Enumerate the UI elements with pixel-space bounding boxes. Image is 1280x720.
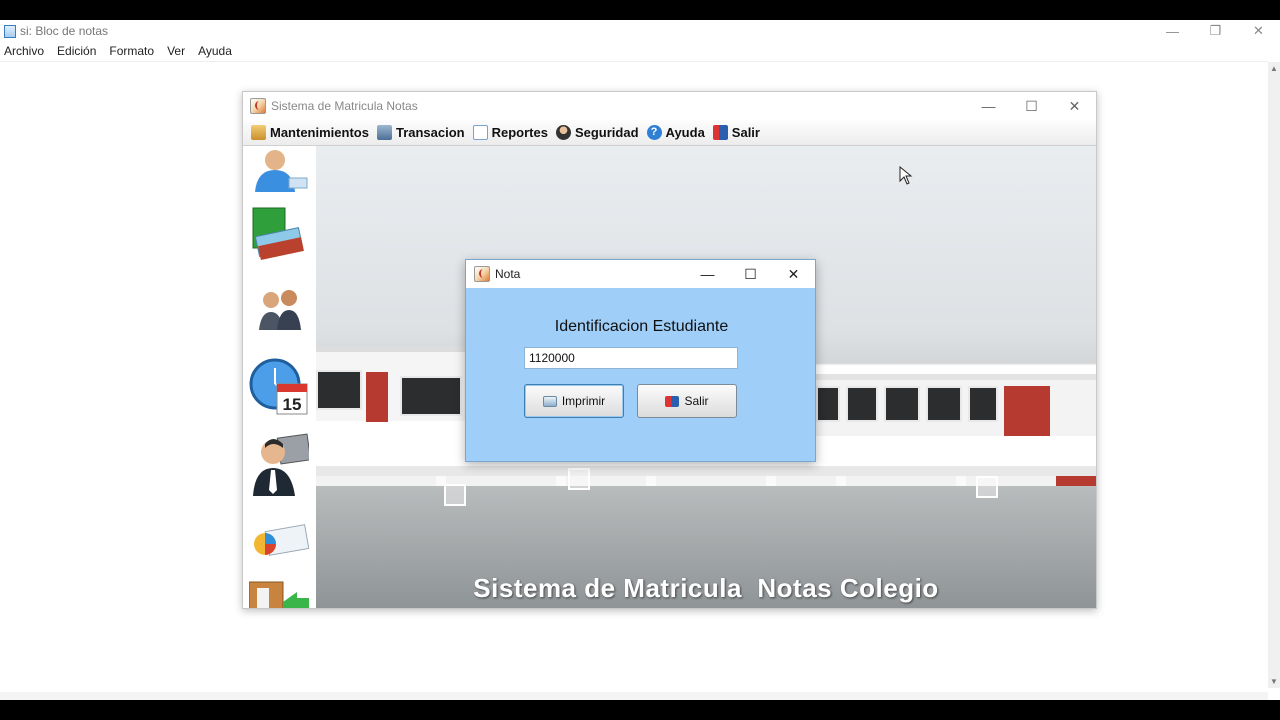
app-close-button[interactable]: ✕ <box>1053 92 1096 120</box>
folder-icon <box>251 125 266 140</box>
dialog-close-button[interactable]: ✕ <box>772 260 815 288</box>
menu-reportes[interactable]: Reportes <box>472 125 548 140</box>
exit-button-label: Salir <box>684 394 709 408</box>
app-titlebar: Sistema de Matricula Notas — ☐ ✕ <box>243 92 1096 120</box>
users-icon[interactable] <box>249 286 309 332</box>
menu-transacion[interactable]: Transacion <box>376 125 465 140</box>
menu-label: Transacion <box>395 125 465 140</box>
security-user-icon <box>555 125 571 140</box>
scroll-down-icon[interactable]: ▼ <box>1270 677 1278 686</box>
app-title: Sistema de Matricula Notas <box>271 99 418 113</box>
sidebar: 15 <box>243 146 316 608</box>
menu-label: Ayuda <box>665 125 705 140</box>
notepad-title: si: Bloc de notas <box>20 24 109 38</box>
books-icon[interactable] <box>249 204 309 266</box>
notepad-titlebar: si: Bloc de notas — ❐ ✕ <box>0 20 1280 42</box>
menu-label: Reportes <box>491 125 548 140</box>
java-icon <box>474 266 490 282</box>
transaction-icon <box>376 125 392 140</box>
notepad-menubar: Archivo Edición Formato Ver Ayuda <box>0 42 1280 60</box>
reports-chart-icon[interactable] <box>249 524 309 560</box>
notepad-menu-ayuda[interactable]: Ayuda <box>198 44 232 58</box>
printer-icon <box>542 395 557 407</box>
exit-button[interactable]: Salir <box>637 384 737 418</box>
student-id-input[interactable] <box>524 347 738 369</box>
mouse-cursor-icon <box>899 166 913 185</box>
scroll-up-icon[interactable]: ▲ <box>1270 64 1278 73</box>
exit-door-icon <box>712 125 728 140</box>
report-icon <box>472 125 488 140</box>
menu-mantenimientos[interactable]: Mantenimientos <box>251 125 369 140</box>
menu-ayuda[interactable]: ? Ayuda <box>646 125 705 140</box>
menu-label: Salir <box>731 125 760 140</box>
student-id-label: Identificacion Estudiante <box>554 318 729 335</box>
calendar-clock-icon[interactable]: 15 <box>249 358 309 418</box>
notepad-menu-archivo[interactable]: Archivo <box>4 44 44 58</box>
nota-dialog: Nota — ☐ ✕ Identificacion Estudiante Imp… <box>465 259 816 462</box>
exit-door-icon <box>665 395 680 407</box>
notepad-divider <box>0 61 1268 62</box>
teacher-icon[interactable] <box>249 432 309 498</box>
app-menubar: Mantenimientos Transacion Reportes Segur… <box>243 120 1096 146</box>
print-button[interactable]: Imprimir <box>524 384 624 418</box>
building-right <box>816 374 1096 436</box>
building-left <box>316 346 466 422</box>
dialog-minimize-button[interactable]: — <box>686 260 729 288</box>
student-icon[interactable] <box>249 148 309 192</box>
menu-label: Seguridad <box>574 125 639 140</box>
help-icon: ? <box>646 125 662 140</box>
menu-seguridad[interactable]: Seguridad <box>555 125 639 140</box>
notepad-minimize-button[interactable]: — <box>1151 20 1194 42</box>
dialog-title: Nota <box>495 267 521 281</box>
app-minimize-button[interactable]: — <box>967 92 1010 120</box>
notepad-menu-edicion[interactable]: Edición <box>57 44 96 58</box>
calendar-day-text: 15 <box>283 395 302 414</box>
notepad-icon <box>4 24 16 38</box>
notepad-menu-ver[interactable]: Ver <box>167 44 185 58</box>
notepad-horizontal-scrollbar[interactable] <box>0 692 1268 700</box>
app-maximize-button[interactable]: ☐ <box>1010 92 1053 120</box>
background-caption: Sistema de Matricula Notas Colegio <box>473 573 939 603</box>
menu-salir[interactable]: Salir <box>712 125 760 140</box>
dialog-maximize-button[interactable]: ☐ <box>729 260 772 288</box>
dialog-titlebar: Nota — ☐ ✕ <box>466 260 815 288</box>
exit-icon[interactable] <box>249 578 309 608</box>
java-icon <box>250 98 266 114</box>
menu-label: Mantenimientos <box>270 125 369 140</box>
notepad-vertical-scrollbar[interactable]: ▲ ▼ <box>1268 62 1280 688</box>
print-button-label: Imprimir <box>561 394 606 408</box>
notepad-close-button[interactable]: ✕ <box>1237 20 1280 42</box>
notepad-menu-formato[interactable]: Formato <box>109 44 154 58</box>
notepad-restore-button[interactable]: ❐ <box>1194 20 1237 42</box>
